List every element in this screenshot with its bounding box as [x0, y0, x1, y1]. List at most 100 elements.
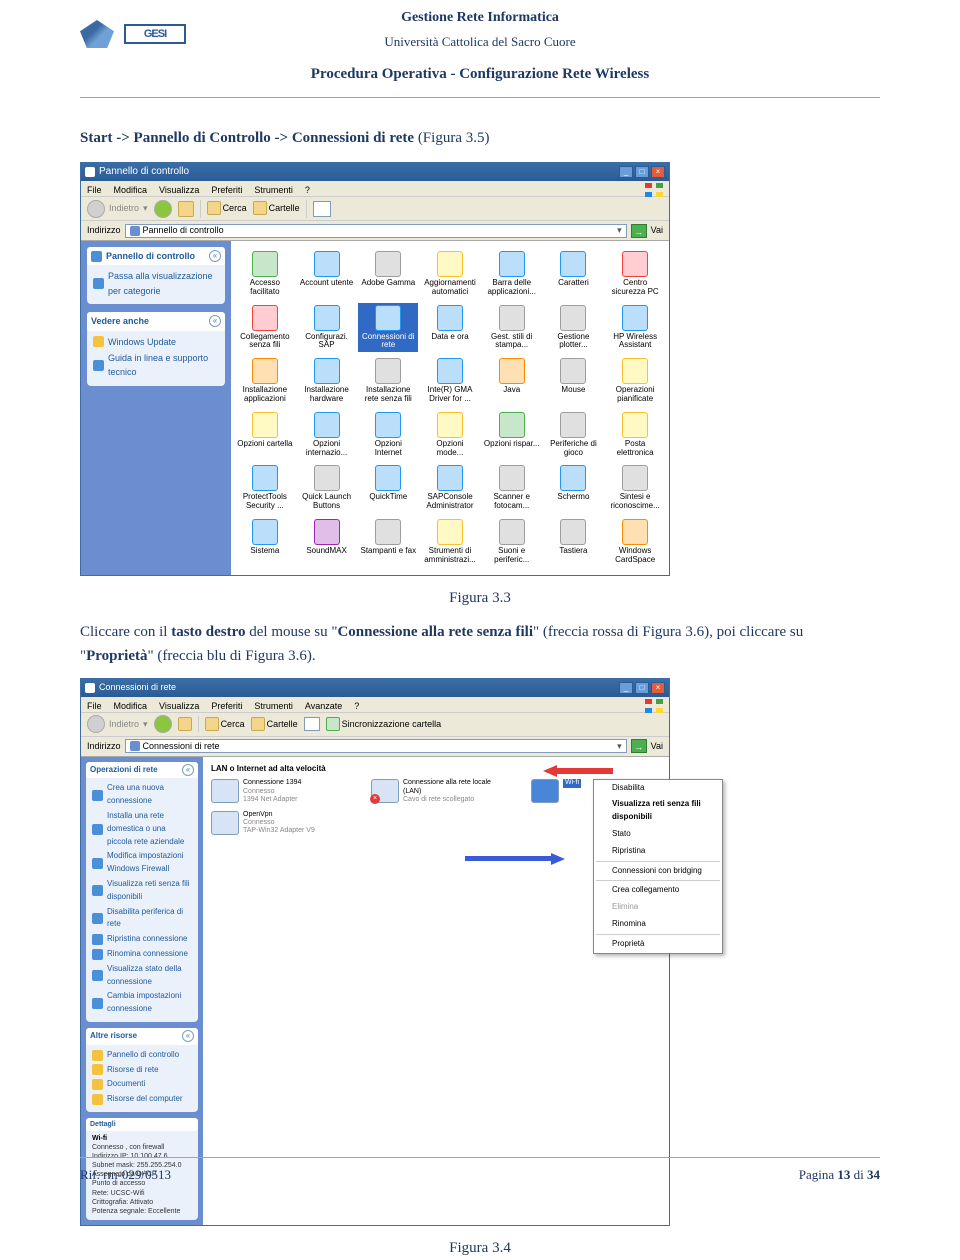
search-button[interactable]: Cerca [205, 717, 245, 731]
menu-tools[interactable]: Strumenti [254, 699, 293, 710]
menu-view[interactable]: Visualizza [159, 183, 199, 194]
maximize-button[interactable]: □ [635, 166, 649, 178]
nav-back[interactable]: Indietro ▾ [87, 715, 148, 733]
control-panel-item[interactable]: Quick Launch Buttons [297, 463, 357, 513]
nav-up-icon[interactable] [178, 717, 192, 731]
control-panel-item[interactable]: Gestione plotter... [544, 303, 604, 353]
sidebar-link[interactable]: Ripristina connessione [92, 933, 192, 946]
context-menu-item[interactable]: Proprietà [594, 936, 722, 953]
sidebar-link[interactable]: Crea una nuova connessione [92, 782, 192, 808]
control-panel-item[interactable]: Gest. stili di stampa... [482, 303, 542, 353]
minimize-button[interactable]: _ [619, 682, 633, 694]
control-panel-item[interactable]: Strumenti di amministrazi... [420, 517, 480, 567]
control-panel-item[interactable]: Data e ora [420, 303, 480, 353]
menu-file[interactable]: File [87, 699, 102, 710]
context-menu-item[interactable]: Rinomina [594, 916, 722, 933]
control-panel-item[interactable]: HP Wireless Assistant [605, 303, 665, 353]
control-panel-item[interactable]: Operazioni pianificate [605, 356, 665, 406]
control-panel-item[interactable]: Installazione rete senza fili [358, 356, 418, 406]
address-dropdown-icon[interactable]: ▾ [617, 223, 622, 237]
go-button[interactable]: → [631, 224, 647, 238]
collapse-icon[interactable]: « [182, 764, 194, 776]
context-menu-item[interactable]: Connessioni con bridging [594, 863, 722, 880]
context-menu-item[interactable]: Stato [594, 826, 722, 843]
nav-forward[interactable] [154, 200, 172, 218]
control-panel-item[interactable]: Opzioni mode... [420, 410, 480, 460]
sidebar-link[interactable]: Cambia impostazioni connessione [92, 990, 192, 1016]
sidebar-link[interactable]: Disabilita periferica di rete [92, 906, 192, 932]
control-panel-item[interactable]: Account utente [297, 249, 357, 299]
go-button[interactable]: → [631, 739, 647, 753]
control-panel-item[interactable]: SoundMAX [297, 517, 357, 567]
view-mode-icon[interactable] [304, 717, 320, 731]
control-panel-item[interactable]: Inte(R) GMA Driver for ... [420, 356, 480, 406]
network-connection-item[interactable]: Connessione 1394Connesso1394 Net Adapter [211, 779, 341, 804]
control-panel-item[interactable]: Barra delle applicazioni... [482, 249, 542, 299]
help-support-link[interactable]: Guida in linea e supporto tecnico [93, 351, 219, 380]
control-panel-item[interactable]: Windows CardSpace [605, 517, 665, 567]
control-panel-item[interactable]: Configurazi. SAP [297, 303, 357, 353]
sidebar-link[interactable]: Modifica impostazioni Windows Firewall [92, 850, 192, 876]
control-panel-item[interactable]: Connessioni di rete [358, 303, 418, 353]
sidebar-link[interactable]: Visualizza reti senza fili disponibili [92, 878, 192, 904]
nav-back[interactable]: Indietro ▾ [87, 200, 148, 218]
control-panel-item[interactable]: Periferiche di gioco [544, 410, 604, 460]
control-panel-item[interactable]: Accesso facilitato [235, 249, 295, 299]
menu-view[interactable]: Visualizza [159, 699, 199, 710]
menu-help[interactable]: ? [354, 699, 359, 710]
sidebar-link[interactable]: Documenti [92, 1078, 192, 1091]
sidebar-link[interactable]: Installa una rete domestica o una piccol… [92, 810, 192, 848]
sidebar-link[interactable]: Risorse del computer [92, 1093, 192, 1106]
menu-edit[interactable]: Modifica [114, 183, 148, 194]
collapse-icon[interactable]: « [182, 1030, 194, 1042]
address-dropdown-icon[interactable]: ▾ [617, 739, 622, 753]
menu-file[interactable]: File [87, 183, 102, 194]
control-panel-item[interactable]: Collegamento senza fili [235, 303, 295, 353]
context-menu-item[interactable]: Visualizza reti senza fili disponibili [594, 796, 722, 826]
control-panel-item[interactable]: Installazione hardware [297, 356, 357, 406]
control-panel-item[interactable]: Stampanti e fax [358, 517, 418, 567]
context-menu-item[interactable]: Disabilita [594, 780, 722, 797]
folders-button[interactable]: Cartelle [253, 201, 300, 215]
network-connection-item[interactable]: ×Connessione alla rete locale (LAN)Cavo … [371, 779, 501, 804]
control-panel-item[interactable]: Sistema [235, 517, 295, 567]
sidebar-link[interactable]: Pannello di controllo [92, 1049, 192, 1062]
address-input[interactable]: Pannello di controllo ▾ [125, 224, 627, 238]
menu-advanced[interactable]: Avanzate [305, 699, 342, 710]
context-menu-item[interactable]: Crea collegamento [594, 882, 722, 899]
control-panel-item[interactable]: Installazione applicazioni [235, 356, 295, 406]
menu-favorites[interactable]: Preferiti [211, 183, 242, 194]
address-input[interactable]: Connessioni di rete ▾ [125, 739, 627, 753]
control-panel-item[interactable]: ProtectTools Security ... [235, 463, 295, 513]
sidebar-link[interactable]: Risorse di rete [92, 1064, 192, 1077]
folders-button[interactable]: Cartelle [251, 717, 298, 731]
maximize-button[interactable]: □ [635, 682, 649, 694]
control-panel-item[interactable]: Schermo [544, 463, 604, 513]
control-panel-item[interactable]: Mouse [544, 356, 604, 406]
control-panel-item[interactable]: Opzioni cartella [235, 410, 295, 460]
network-connection-item[interactable]: OpenVpnConnessoTAP-Win32 Adapter V9 [211, 811, 341, 836]
control-panel-item[interactable]: Java [482, 356, 542, 406]
control-panel-item[interactable]: QuickTime [358, 463, 418, 513]
menu-help[interactable]: ? [305, 183, 310, 194]
context-menu-item[interactable]: Ripristina [594, 843, 722, 860]
control-panel-item[interactable]: Opzioni Internet [358, 410, 418, 460]
sync-button[interactable]: Sincronizzazione cartella [326, 717, 442, 731]
control-panel-item[interactable]: Scanner e fotocam... [482, 463, 542, 513]
close-button[interactable]: × [651, 682, 665, 694]
sidebar-link[interactable]: Visualizza stato della connessione [92, 963, 192, 989]
search-button[interactable]: Cerca [207, 201, 247, 215]
control-panel-item[interactable]: Posta elettronica [605, 410, 665, 460]
switch-category-link[interactable]: Passa alla visualizzazione per categorie [93, 269, 219, 298]
nav-up-icon[interactable] [178, 201, 194, 217]
control-panel-item[interactable]: SAPConsole Administrator [420, 463, 480, 513]
menu-edit[interactable]: Modifica [114, 699, 148, 710]
menu-tools[interactable]: Strumenti [254, 183, 293, 194]
control-panel-item[interactable]: Opzioni rispar... [482, 410, 542, 460]
control-panel-item[interactable]: Suoni e periferic... [482, 517, 542, 567]
control-panel-item[interactable]: Tastiera [544, 517, 604, 567]
windows-update-link[interactable]: Windows Update [93, 335, 219, 349]
control-panel-item[interactable]: Caratteri [544, 249, 604, 299]
menu-favorites[interactable]: Preferiti [211, 699, 242, 710]
minimize-button[interactable]: _ [619, 166, 633, 178]
